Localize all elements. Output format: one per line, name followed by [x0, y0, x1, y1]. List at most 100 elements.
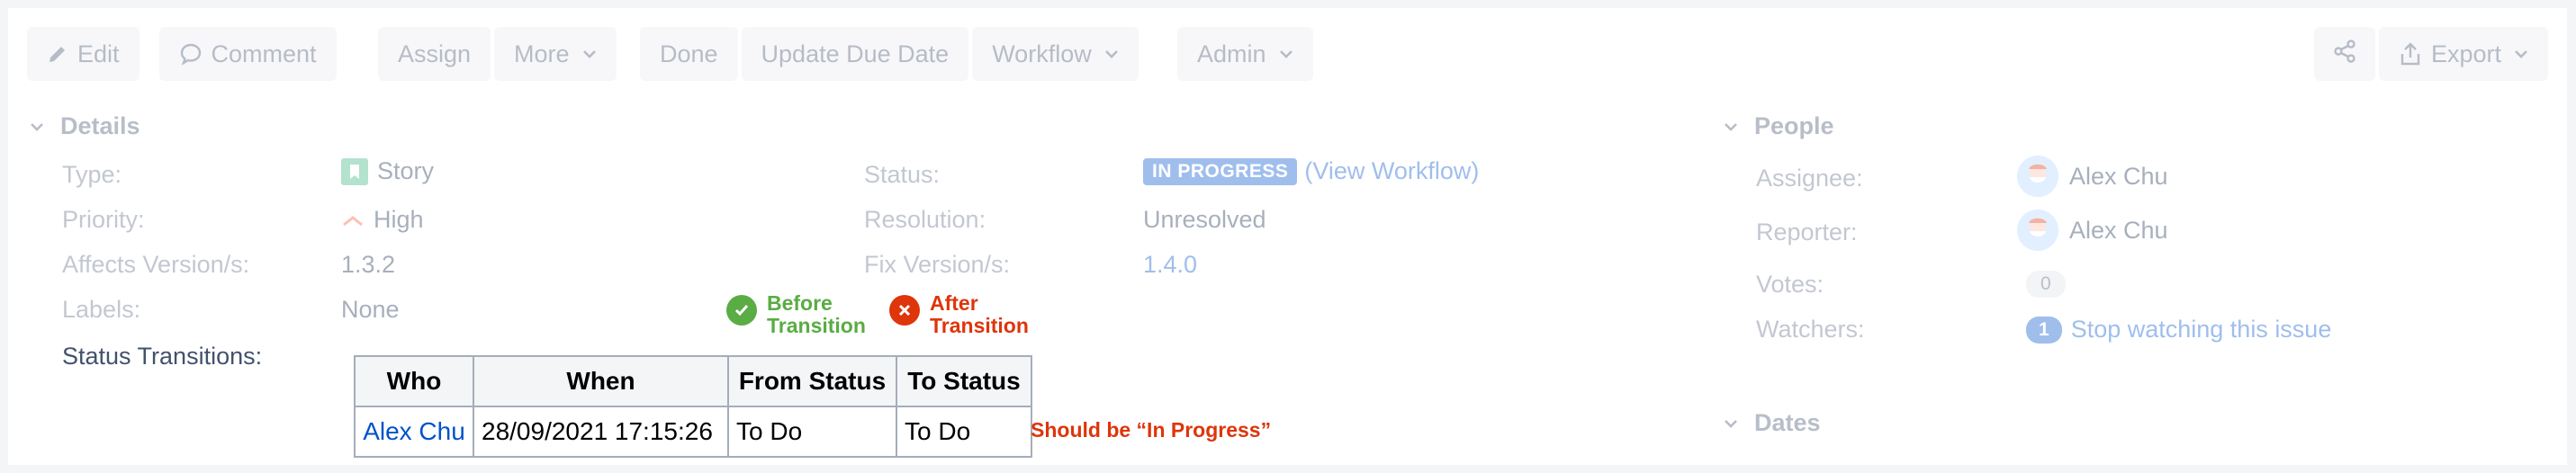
watchers-label: Watchers: — [1756, 316, 1865, 343]
labels-value: None — [341, 296, 400, 323]
admin-label: Admin — [1197, 40, 1266, 67]
edit-label: Edit — [77, 40, 120, 67]
fix-version-label: Fix Version/s: — [864, 251, 1011, 278]
reporter-value[interactable]: Alex Chu — [2017, 210, 2168, 251]
toolbar-group-admin: Admin — [1177, 27, 1317, 81]
pencil-icon — [47, 43, 68, 65]
to-status-cell: To Do — [896, 406, 1032, 458]
people-toggle[interactable]: People — [1724, 112, 1834, 140]
chevron-down-icon — [582, 49, 597, 58]
chevron-down-icon — [1279, 49, 1293, 58]
update-due-date-label: Update Due Date — [761, 40, 950, 67]
workflow-button[interactable]: Workflow — [972, 27, 1139, 81]
chevron-down-icon — [1724, 122, 1738, 131]
reporter-name: Alex Chu — [2069, 216, 2168, 244]
view-workflow-link[interactable]: (View Workflow) — [1304, 157, 1479, 185]
comment-button[interactable]: Comment — [158, 27, 337, 81]
assign-button[interactable]: Assign — [378, 27, 491, 81]
legend-after-line2: Transition — [930, 314, 1029, 337]
cross-circle-icon — [889, 295, 920, 326]
type-label: Type: — [62, 161, 122, 188]
legend-after: After Transition — [889, 292, 1029, 337]
who-cell-link[interactable]: Alex Chu — [354, 406, 474, 458]
comment-label: Comment — [211, 40, 317, 67]
status-transitions-label: Status Transitions: — [62, 343, 263, 370]
column-header-when: When — [473, 355, 729, 407]
chevron-down-icon — [1104, 49, 1119, 58]
update-due-date-button[interactable]: Update Due Date — [741, 27, 969, 81]
fix-version-link[interactable]: 1.4.0 — [1143, 251, 1197, 279]
status-value: IN PROGRESS (View Workflow) — [1143, 157, 1479, 185]
avatar — [2017, 156, 2058, 197]
status-lozenge: IN PROGRESS — [1143, 157, 1298, 185]
export-label: Export — [2431, 40, 2502, 67]
toolbar-group-assign: Assign More — [378, 27, 620, 81]
table-row: Alex Chu 28/09/2021 17:15:26 To Do To Do — [354, 406, 1032, 458]
share-button[interactable] — [2314, 27, 2375, 81]
details-toggle[interactable]: Details — [30, 112, 140, 140]
chevron-down-icon — [30, 122, 44, 131]
dates-toggle[interactable]: Dates — [1724, 409, 1821, 437]
votes-label: Votes: — [1756, 271, 1824, 298]
legend-before-line2: Transition — [767, 314, 866, 337]
legend-after-line1: After — [930, 291, 978, 315]
priority-high-icon — [341, 213, 365, 228]
assignee-name: Alex Chu — [2069, 162, 2168, 190]
details-heading: Details — [60, 112, 140, 139]
dates-heading: Dates — [1754, 409, 1821, 436]
toolbar: Edit Comment Assign More Done Update Due… — [27, 27, 2549, 81]
stop-watching-link[interactable]: Stop watching this issue — [2071, 316, 2332, 344]
check-circle-icon — [726, 295, 757, 326]
transition-annotation: Should be “In Progress” — [1031, 418, 1272, 442]
reporter-label: Reporter: — [1756, 219, 1858, 245]
legend-before: Before Transition — [726, 292, 866, 337]
workflow-label: Workflow — [992, 40, 1092, 67]
legend-before-line1: Before — [767, 291, 833, 315]
story-icon — [341, 157, 368, 185]
column-header-to-status: To Status — [896, 355, 1032, 407]
legend-after-text: After Transition — [930, 292, 1029, 337]
avatar — [2017, 210, 2058, 251]
legend-before-text: Before Transition — [767, 292, 866, 337]
watchers-count-badge: 1 — [2026, 316, 2062, 344]
edit-button[interactable]: Edit — [27, 27, 140, 81]
status-label: Status: — [864, 161, 941, 188]
from-status-cell: To Do — [727, 406, 897, 458]
labels-label: Labels: — [62, 296, 141, 323]
toolbar-group-workflow: Done Update Due Date Workflow — [640, 27, 1142, 81]
resolution-label: Resolution: — [864, 206, 986, 233]
affects-version-label: Affects Version/s: — [62, 251, 250, 278]
assign-label: Assign — [398, 40, 472, 67]
priority-value: High — [341, 206, 424, 234]
admin-button[interactable]: Admin — [1177, 27, 1313, 81]
done-button[interactable]: Done — [640, 27, 738, 81]
when-cell: 28/09/2021 17:15:26 — [473, 406, 729, 458]
assignee-label: Assignee: — [1756, 165, 1863, 192]
export-button[interactable]: Export — [2379, 27, 2549, 81]
issue-page: Edit Comment Assign More Done Update Due… — [8, 8, 2567, 465]
column-header-from-status: From Status — [727, 355, 897, 407]
chevron-down-icon — [1724, 419, 1738, 428]
type-value: Story — [341, 157, 434, 185]
share-icon — [2332, 39, 2357, 70]
people-heading: People — [1754, 112, 1834, 139]
chevron-down-icon — [2514, 49, 2528, 58]
resolution-value: Unresolved — [1143, 206, 1266, 233]
export-icon — [2399, 41, 2422, 67]
more-label: More — [514, 40, 570, 67]
priority-text: High — [374, 206, 424, 233]
toolbar-group-export: Export — [2314, 27, 2552, 81]
votes-value[interactable]: 0 — [2026, 271, 2066, 298]
votes-count-badge: 0 — [2026, 271, 2066, 298]
priority-label: Priority: — [62, 206, 145, 233]
toolbar-group-edit: Edit Comment — [27, 27, 340, 81]
column-header-who: Who — [354, 355, 474, 407]
table-header-row: Who When From Status To Status — [354, 355, 1032, 407]
type-text: Story — [377, 157, 435, 184]
affects-version-value: 1.3.2 — [341, 251, 396, 278]
comment-icon — [179, 42, 203, 66]
assignee-value[interactable]: Alex Chu — [2017, 156, 2168, 197]
done-label: Done — [660, 40, 718, 67]
watchers-value: 1 Stop watching this issue — [2026, 316, 2331, 344]
more-button[interactable]: More — [494, 27, 617, 81]
